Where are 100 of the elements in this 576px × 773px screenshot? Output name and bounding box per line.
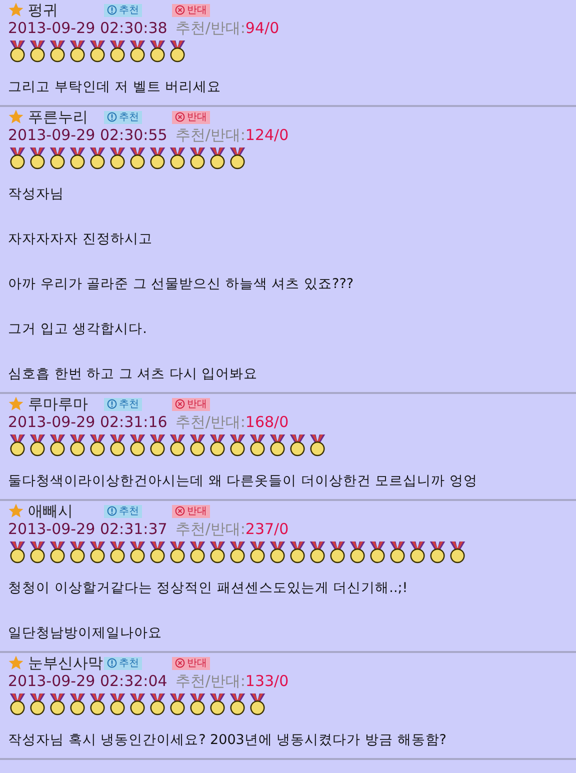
- medal-icon: [48, 433, 67, 457]
- medal-icon: [168, 692, 187, 716]
- oppose-button[interactable]: 반대: [172, 656, 210, 670]
- medal-icon: [188, 540, 207, 564]
- medal-icon: [28, 146, 47, 170]
- medal-icon: [88, 433, 107, 457]
- comment-text: 심호흡 한번 하고 그 셔츠 다시 입어봐요: [8, 366, 259, 382]
- medal-icon: [128, 433, 147, 457]
- medal-icon: [308, 433, 327, 457]
- star-icon: [8, 503, 24, 519]
- medal-icon: [288, 433, 307, 457]
- votes-label: 추천/반대:: [175, 19, 246, 38]
- medal-icon: [448, 540, 467, 564]
- oppose-button[interactable]: 반대: [172, 110, 210, 124]
- comment-text: 청청이 이상할거같다는 정상적인 패션센스도있는게 더신기해..;!: [8, 580, 409, 596]
- medal-icon: [268, 540, 287, 564]
- medal-icon: [208, 692, 227, 716]
- medal-icon: [8, 433, 27, 457]
- medal-icon: [148, 433, 167, 457]
- medal-icon: [48, 540, 67, 564]
- cross-icon: [175, 506, 185, 516]
- recommend-button[interactable]: 추천: [104, 4, 142, 16]
- medal-icon: [108, 39, 127, 63]
- medal-icon: [168, 433, 187, 457]
- vote-count: 237/0: [245, 520, 289, 538]
- medal-icon: [148, 692, 167, 716]
- comment-text: 그리고 부탁인데 저 벨트 버리세요: [8, 79, 222, 95]
- medal-icon: [148, 39, 167, 63]
- medal-icon: [68, 39, 87, 63]
- medal-icon: [228, 540, 247, 564]
- medal-icon: [128, 146, 147, 170]
- medal-icon: [68, 146, 87, 170]
- comment-date: 2013-09-29 02:30:38: [8, 19, 168, 37]
- oppose-button[interactable]: 반대: [172, 504, 210, 518]
- medal-icon: [328, 540, 347, 564]
- medal-icon: [368, 540, 387, 564]
- vote-count: 133/0: [245, 672, 289, 690]
- star-icon: [8, 2, 24, 18]
- medal-icon: [8, 146, 27, 170]
- exclamation-icon: [107, 506, 117, 516]
- medal-icon: [128, 39, 147, 63]
- medal-icon: [8, 692, 27, 716]
- medal-icon: [148, 146, 167, 170]
- medal-icon: [68, 540, 87, 564]
- comment-text: 자자자자자 진정하시고: [8, 231, 154, 247]
- medal-icon: [8, 540, 27, 564]
- recommend-button[interactable]: 추천: [104, 398, 142, 410]
- medal-icon: [28, 39, 47, 63]
- medal-icon: [428, 540, 447, 564]
- author-name: 펑귀: [28, 0, 59, 20]
- comment-text: 아까 우리가 골라준 그 선물받으신 하늘색 셔츠 있죠???: [8, 276, 355, 292]
- exclamation-icon: [107, 112, 117, 122]
- recommend-button[interactable]: 추천: [104, 656, 142, 670]
- exclamation-icon: [107, 658, 117, 668]
- votes-label: 추천/반대:: [175, 126, 246, 145]
- vote-count: 94/0: [245, 19, 280, 37]
- medal-icon: [28, 540, 47, 564]
- exclamation-icon: [107, 5, 117, 15]
- medal-icon: [68, 433, 87, 457]
- star-icon: [8, 396, 24, 412]
- medal-icon: [108, 692, 127, 716]
- medal-icon: [88, 39, 107, 63]
- comment-date: 2013-09-29 02:31:16: [8, 413, 168, 431]
- medal-icon: [8, 39, 27, 63]
- medal-icon: [288, 540, 307, 564]
- votes-label: 추천/반대:: [175, 672, 246, 691]
- medal-icon: [88, 540, 107, 564]
- comment-date: 2013-09-29 02:32:04: [8, 672, 168, 690]
- medal-icon: [48, 39, 67, 63]
- comment-date: 2013-09-29 02:30:55: [8, 126, 168, 144]
- medal-icon: [388, 540, 407, 564]
- votes-label: 추천/반대:: [175, 413, 246, 432]
- cross-icon: [175, 5, 185, 15]
- author-name: 눈부신사막: [28, 654, 104, 672]
- comment-text: 작성자님: [8, 186, 65, 202]
- medal-icon: [128, 692, 147, 716]
- cross-icon: [175, 399, 185, 409]
- medal-icon: [88, 146, 107, 170]
- star-icon: [8, 655, 24, 671]
- medal-icon: [48, 692, 67, 716]
- comment-text: 그거 입고 생각합시다.: [8, 321, 148, 337]
- medal-icon: [208, 540, 227, 564]
- recommend-button[interactable]: 추천: [104, 110, 142, 124]
- recommend-button[interactable]: 추천: [104, 504, 142, 518]
- oppose-button[interactable]: 반대: [172, 398, 210, 410]
- comment-text: 일단청남방이제일나아요: [8, 625, 163, 641]
- medal-icon: [248, 433, 267, 457]
- medal-icon: [88, 692, 107, 716]
- medal-icon: [228, 433, 247, 457]
- medal-icon: [248, 540, 267, 564]
- oppose-button[interactable]: 반대: [172, 4, 210, 16]
- medal-icon: [208, 433, 227, 457]
- vote-count: 124/0: [245, 126, 289, 144]
- comment-text: 둘다청색이라이상한건아시는데 왜 다른옷들이 더이상한건 모르십니까 엉엉: [8, 473, 478, 489]
- comment-text: 작성자님 혹시 냉동인간이세요? 2003년에 냉동시켰다가 방금 해동함?: [8, 732, 448, 748]
- cross-icon: [175, 658, 185, 668]
- medal-icon: [208, 146, 227, 170]
- medal-icon: [408, 540, 427, 564]
- vote-count: 168/0: [245, 413, 289, 431]
- author-name: 루마루마: [28, 394, 89, 414]
